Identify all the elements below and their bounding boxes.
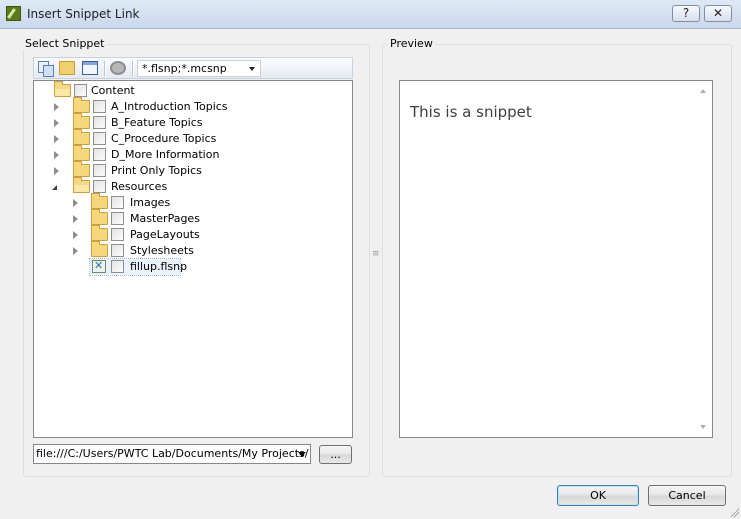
close-button[interactable]: ✕ [704,5,732,22]
checkbox[interactable] [93,180,106,193]
window-title: Insert Snippet Link [27,7,140,21]
folder-icon[interactable] [59,61,75,75]
collapse-icon[interactable] [52,185,57,190]
tree-item-label: MasterPages [130,212,200,225]
checkbox[interactable] [93,116,106,129]
tree-item-label: D_More Information [111,148,220,161]
expand-icon[interactable] [54,103,59,111]
file-filter-select[interactable]: *.flsnp;*.mcsnp [137,60,261,77]
folder-open-icon [54,81,71,97]
expand-icon[interactable] [54,135,59,143]
folder-icon [91,241,108,257]
folder-icon [73,145,90,161]
tree-item-label: Resources [111,180,168,193]
help-button[interactable]: ? [672,5,700,22]
checkbox[interactable] [111,260,124,273]
browse-button[interactable]: ... [319,445,352,464]
file-filter-value: *.flsnp;*.mcsnp [142,62,227,75]
expand-icon[interactable] [73,231,78,239]
copy-icon[interactable] [38,61,54,77]
tree-item-label: A_Introduction Topics [111,100,228,113]
toolbar-separator [104,61,106,76]
snippet-file-icon [92,259,106,273]
checkbox[interactable] [74,84,87,97]
folder-icon [91,209,108,225]
folder-icon [73,129,90,145]
folder-icon [73,161,90,177]
view-icon[interactable] [82,61,98,75]
checkbox[interactable] [111,244,124,257]
folder-icon [73,97,90,113]
tree-item-label: PageLayouts [130,228,200,241]
gear-icon[interactable] [110,61,126,75]
tree-item-label: Content [91,84,135,97]
folder-icon [91,193,108,209]
checkbox[interactable] [93,164,106,177]
checkbox[interactable] [93,132,106,145]
title-bar: Insert Snippet Link ? ✕ [0,0,741,29]
folder-icon [73,113,90,129]
tree-item-label: B_Feature Topics [111,116,203,129]
tree-item-label: Images [130,196,171,209]
app-icon [6,6,21,21]
resize-grip-icon[interactable] [729,507,739,517]
scroll-down-icon[interactable] [700,425,706,429]
checkbox[interactable] [93,100,106,113]
chevron-down-icon[interactable] [298,452,306,457]
chevron-down-icon [249,67,255,71]
expand-icon[interactable] [54,151,59,159]
scroll-up-icon[interactable] [700,89,706,93]
preview-label: Preview [388,37,435,50]
select-snippet-label: Select Snippet [23,37,107,50]
tree-item-label: Stylesheets [130,244,194,257]
snippet-tree[interactable]: Content A_Introduction Topics B_Feature … [33,80,353,438]
preview-text: This is a snippet [410,103,532,121]
preview-pane: This is a snippet [399,80,713,438]
folder-open-icon [73,177,90,193]
checkbox[interactable] [111,228,124,241]
tree-item-label: fillup.flsnp [130,260,188,273]
checkbox[interactable] [111,212,124,225]
path-value: file:///C:/Users/PWTC Lab/Documents/My P… [36,447,309,460]
tree-item-label: Print Only Topics [111,164,202,177]
preview-scrollbar[interactable] [695,81,712,437]
tree-item-snippet[interactable]: fillup.flsnp [89,258,187,276]
expand-icon[interactable] [73,199,78,207]
expand-icon[interactable] [73,215,78,223]
path-combobox[interactable]: file:///C:/Users/PWTC Lab/Documents/My P… [33,444,311,464]
tree-item-label: C_Procedure Topics [111,132,217,145]
splitter-handle[interactable]: ≡ [372,250,380,262]
expand-icon[interactable] [73,247,78,255]
ok-button[interactable]: OK [557,485,639,506]
expand-icon[interactable] [54,119,59,127]
folder-icon [91,225,108,241]
expand-icon[interactable] [54,167,59,175]
toolbar-separator [132,61,134,76]
cancel-button[interactable]: Cancel [648,485,726,506]
checkbox[interactable] [111,196,124,209]
checkbox[interactable] [93,148,106,161]
